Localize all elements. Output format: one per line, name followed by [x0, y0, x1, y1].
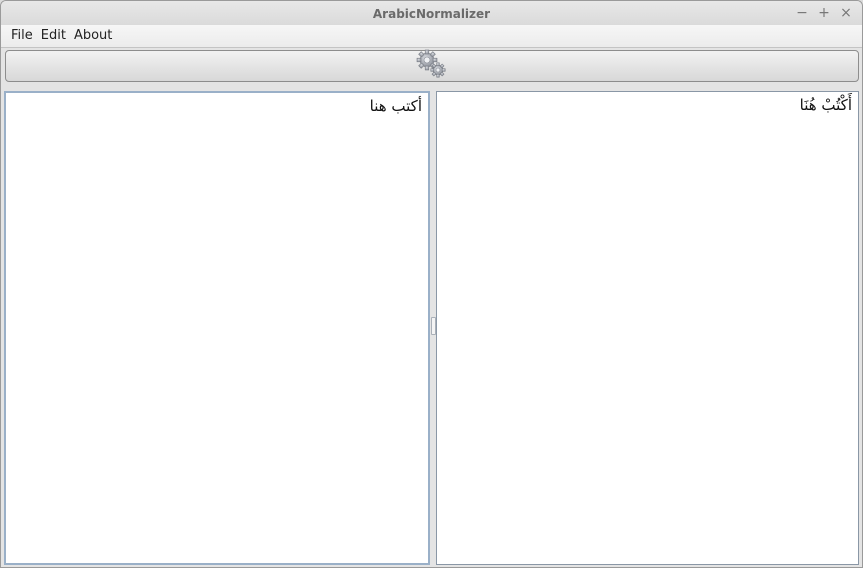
window-controls: − + × — [794, 4, 854, 22]
maximize-button[interactable]: + — [816, 4, 832, 22]
split-pane: أكتب هنا أَكْتُبْ هُنَا — [4, 91, 859, 565]
menu-about[interactable]: About — [70, 26, 116, 46]
app-window: ArabicNormalizer − + × File Edit About أ… — [0, 0, 863, 568]
window-title: ArabicNormalizer — [372, 7, 491, 21]
menu-file[interactable]: File — [7, 26, 37, 46]
menu-edit[interactable]: Edit — [37, 26, 70, 46]
minimize-button[interactable]: − — [794, 4, 810, 22]
input-text-area[interactable]: أكتب هنا — [4, 91, 430, 565]
output-text-area[interactable]: أَكْتُبْ هُنَا — [436, 91, 859, 565]
normalize-button[interactable] — [5, 49, 859, 83]
title-bar[interactable]: ArabicNormalizer − + × — [1, 1, 862, 25]
menu-bar: File Edit About — [1, 25, 862, 48]
close-button[interactable]: × — [838, 4, 854, 22]
output-text: أَكْتُبْ هُنَا — [799, 96, 852, 114]
input-text: أكتب هنا — [369, 97, 422, 115]
gears-icon — [416, 49, 448, 83]
